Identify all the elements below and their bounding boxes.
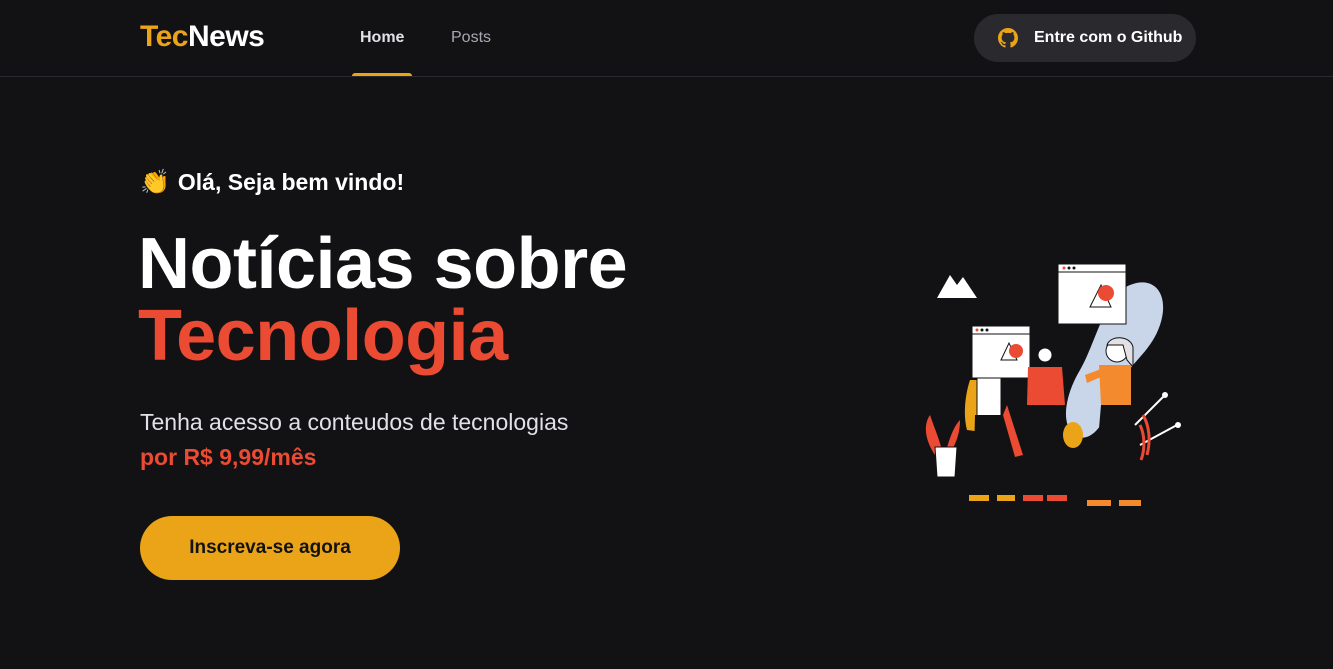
greeting: 👏 Olá, Seja bem vindo! xyxy=(140,168,404,197)
hero-subtitle: Tenha acesso a conteudos de tecnologias xyxy=(140,409,569,435)
nav-posts[interactable]: Posts xyxy=(451,0,491,76)
github-icon xyxy=(998,28,1018,48)
greeting-text: Olá, Seja bem vindo! xyxy=(177,169,405,195)
logo-news: News xyxy=(187,20,265,53)
subscribe-button[interactable]: Inscreva-se agora xyxy=(140,516,400,580)
hero-title: Notícias sobre Tecnologia xyxy=(138,228,628,376)
hero-title-line2: Tecnologia xyxy=(138,296,508,376)
github-button-label: Entre com o Github xyxy=(1034,29,1183,46)
hero-title-line1: Notícias sobre xyxy=(138,224,628,304)
nav-home[interactable]: Home xyxy=(351,0,413,76)
people-with-screens-illustration xyxy=(925,263,1181,506)
clapping-hands-icon: 👏 xyxy=(140,169,170,196)
site-header: TecNews Home Posts Entre com o Github xyxy=(0,0,1333,77)
logo-tec: Tec xyxy=(140,20,188,53)
logo[interactable]: TecNews xyxy=(140,20,265,54)
github-login-button[interactable]: Entre com o Github xyxy=(974,14,1196,62)
hero-price: por R$ 9,99/mês xyxy=(140,444,317,470)
